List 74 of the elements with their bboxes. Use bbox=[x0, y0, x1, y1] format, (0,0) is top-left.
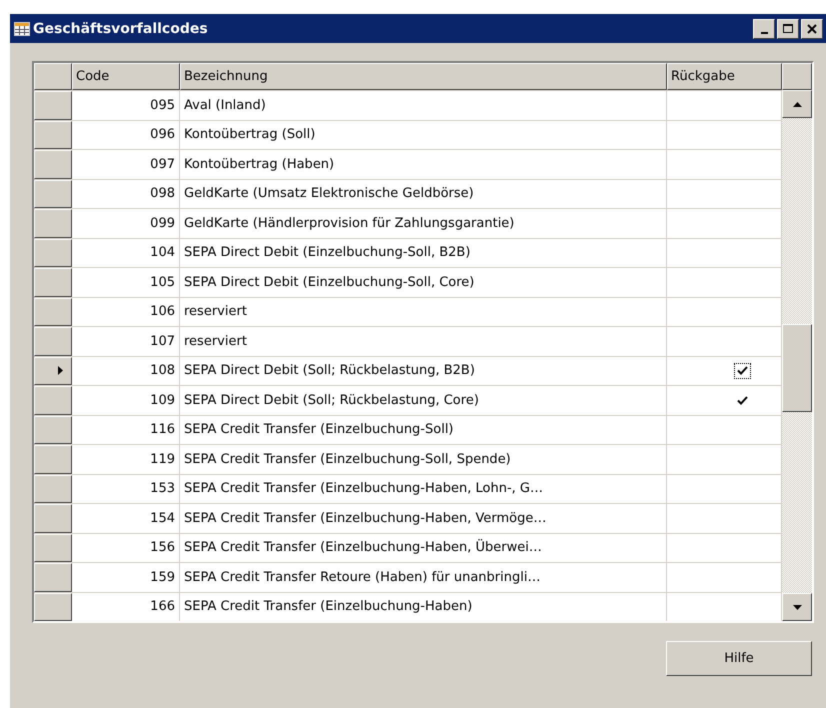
row-selector[interactable] bbox=[34, 180, 72, 208]
table-cell: 097 bbox=[72, 150, 180, 178]
table-cell: SEPA Credit Transfer (Einzelbuchung-Haben, Überwei… bbox=[180, 534, 667, 562]
row-selector[interactable] bbox=[34, 445, 72, 474]
table-cell: 159 bbox=[72, 563, 180, 592]
table-cell: 116 bbox=[72, 416, 180, 444]
table-cell: SEPA Credit Transfer (Einzelbuchung-Haben) bbox=[180, 592, 667, 621]
row-selector[interactable] bbox=[34, 238, 72, 267]
row-selector[interactable] bbox=[34, 209, 72, 238]
table-cell: SEPA Credit Transfer (Einzelbuchung-Haben, Vermöge… bbox=[180, 504, 667, 532]
table-cell: 108 bbox=[72, 356, 180, 385]
row-pointer-icon bbox=[58, 366, 63, 376]
table-cell: Kontoübertrag (Soll) bbox=[180, 120, 667, 149]
minimize-button[interactable] bbox=[753, 18, 775, 38]
table-cell: 156 bbox=[72, 534, 180, 562]
table-cell: SEPA Credit Transfer (Einzelbuchung-Haben, Lohn-, G… bbox=[180, 474, 667, 503]
table-icon bbox=[14, 22, 30, 36]
row-selector[interactable] bbox=[34, 298, 72, 326]
table-cell: 099 bbox=[72, 209, 180, 238]
down-arrow-icon bbox=[792, 604, 802, 610]
row-selector[interactable] bbox=[34, 327, 72, 356]
table-cell: 098 bbox=[72, 180, 180, 208]
table-cell: reserviert bbox=[180, 298, 667, 326]
close-icon bbox=[807, 24, 817, 34]
close-button[interactable] bbox=[801, 18, 823, 38]
row-selector[interactable] bbox=[34, 120, 72, 149]
scrollbar-thumb[interactable] bbox=[782, 324, 812, 412]
table-cell: Kontoübertrag (Haben) bbox=[180, 150, 667, 178]
table-cell: SEPA Direct Debit (Einzelbuchung-Soll, B2B) bbox=[180, 238, 667, 267]
row-selector[interactable] bbox=[34, 592, 72, 621]
row-selector[interactable] bbox=[34, 268, 72, 296]
column-header[interactable]: Bezeichnung bbox=[180, 63, 667, 90]
maximize-icon bbox=[783, 24, 793, 34]
table-cell: 119 bbox=[72, 445, 180, 474]
row-selector[interactable] bbox=[34, 386, 72, 414]
table-cell: SEPA Credit Transfer (Einzelbuchung-Soll) bbox=[180, 416, 667, 444]
table-cell: SEPA Direct Debit (Einzelbuchung-Soll, Core) bbox=[180, 268, 667, 296]
table-cell: 154 bbox=[72, 504, 180, 532]
row-selector[interactable] bbox=[34, 356, 72, 385]
maximize-button[interactable] bbox=[777, 18, 799, 38]
row-selector[interactable] bbox=[34, 416, 72, 444]
table-cell: GeldKarte (Händlerprovision für Zahlungsgarantie) bbox=[180, 209, 667, 238]
table-cell: 107 bbox=[72, 327, 180, 356]
table-cell: SEPA Direct Debit (Soll; Rückbelastung, Core) bbox=[180, 386, 667, 414]
row-selector[interactable] bbox=[34, 534, 72, 562]
table-cell: reserviert bbox=[180, 327, 667, 356]
table-cell: 109 bbox=[72, 386, 180, 414]
row-selector[interactable] bbox=[34, 563, 72, 592]
table-cell: 095 bbox=[72, 91, 180, 120]
row-selector[interactable] bbox=[34, 91, 72, 120]
table-cell: SEPA Credit Transfer Retoure (Haben) für unanbringli… bbox=[180, 563, 667, 592]
table-cell: 096 bbox=[72, 120, 180, 149]
table-cell: 105 bbox=[72, 268, 180, 296]
table-cell: 153 bbox=[72, 474, 180, 503]
table-cell: SEPA Credit Transfer (Einzelbuchung-Soll, Spende) bbox=[180, 445, 667, 474]
table-cell: SEPA Direct Debit (Soll; Rückbelastung, B2B) bbox=[180, 356, 667, 385]
table-cell: Aval (Inland) bbox=[180, 91, 667, 120]
table-cell: 166 bbox=[72, 592, 180, 621]
column-header[interactable]: Code bbox=[72, 63, 180, 90]
header-selector[interactable] bbox=[34, 63, 72, 90]
table-cell: GeldKarte (Umsatz Elektronische Geldbörse) bbox=[180, 180, 667, 208]
window-title: Geschäftsvorfallcodes bbox=[33, 20, 209, 36]
scroll-up-button[interactable] bbox=[782, 90, 812, 118]
column-header[interactable]: Rückgabe bbox=[667, 63, 782, 90]
row-selector[interactable] bbox=[34, 150, 72, 178]
minimize-icon bbox=[760, 32, 768, 34]
row-selector[interactable] bbox=[34, 474, 72, 503]
up-arrow-icon bbox=[792, 102, 802, 106]
checkmark[interactable] bbox=[734, 362, 750, 379]
table-cell: 106 bbox=[72, 298, 180, 326]
help-button[interactable]: Hilfe bbox=[666, 641, 812, 676]
table-cell: 104 bbox=[72, 238, 180, 267]
scroll-down-button[interactable] bbox=[782, 593, 812, 621]
row-selector[interactable] bbox=[34, 504, 72, 532]
